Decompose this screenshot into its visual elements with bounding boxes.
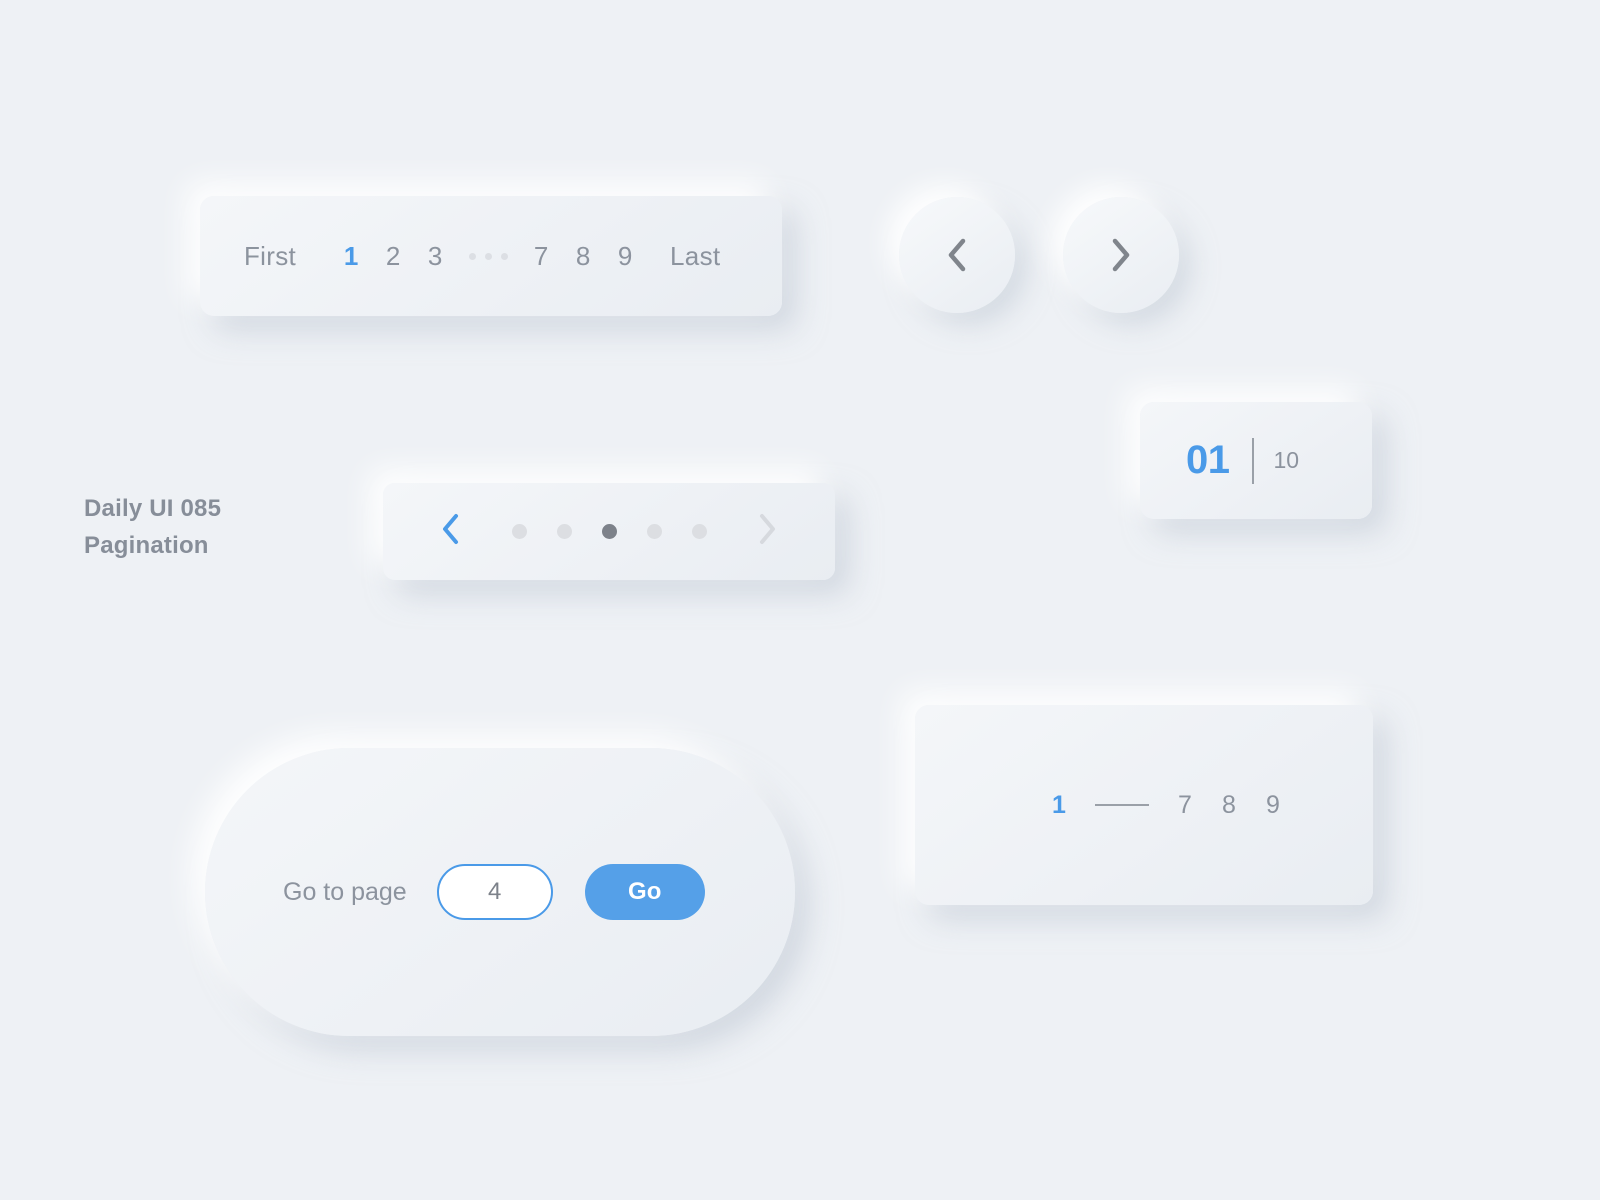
pagination-last-link[interactable]: Last: [670, 241, 720, 272]
carousel-next-button[interactable]: [757, 513, 777, 550]
pagination-bar-list: First 1 2 3 7 8 9 Last: [244, 241, 720, 272]
chevron-right-icon: [1112, 238, 1130, 272]
carousel-prev-button[interactable]: [441, 513, 461, 550]
page-title-line-2: Pagination: [84, 532, 209, 559]
page-counter-inner: 01 10: [1186, 437, 1300, 484]
counter-total-pages: 10: [1273, 447, 1300, 473]
range-pagination-inner: 1 7 8 9: [1037, 791, 1295, 820]
page-counter-card: 01 10: [1140, 402, 1372, 519]
chevron-left-icon: [443, 514, 458, 544]
carousel-dot-3[interactable]: [601, 524, 617, 539]
pagination-page-9[interactable]: 9: [604, 241, 646, 272]
go-to-page-card: Go to page Go: [205, 748, 795, 1036]
pagination-first-link[interactable]: First: [244, 241, 296, 272]
pagination-page-7[interactable]: 7: [520, 241, 562, 272]
range-page-7[interactable]: 7: [1163, 791, 1207, 820]
carousel-dots: [511, 524, 707, 539]
circle-next-button[interactable]: [1063, 197, 1179, 313]
ellipsis-dot: [500, 252, 508, 260]
counter-current-page[interactable]: 01: [1186, 438, 1230, 483]
carousel-dot-4[interactable]: [646, 524, 662, 539]
carousel-dot-1[interactable]: [511, 524, 527, 539]
pagination-page-1[interactable]: 1: [330, 241, 372, 272]
pagination-page-3[interactable]: 3: [414, 241, 456, 272]
go-to-page-inner: Go to page Go: [283, 864, 705, 920]
ellipsis-dot: [468, 252, 476, 260]
chevron-left-icon: [948, 238, 966, 272]
chevron-right-icon: [760, 514, 775, 544]
go-to-page-input[interactable]: [436, 864, 553, 920]
ellipsis-dot: [484, 252, 492, 260]
circle-prev-button[interactable]: [899, 197, 1015, 313]
pagination-page-8[interactable]: 8: [562, 241, 604, 272]
range-page-1[interactable]: 1: [1037, 791, 1081, 820]
range-page-9[interactable]: 9: [1251, 791, 1295, 820]
carousel-dot-5[interactable]: [691, 524, 707, 539]
range-page-8[interactable]: 8: [1207, 791, 1251, 820]
carousel-inner: [383, 513, 835, 550]
carousel-dot-2[interactable]: [556, 524, 572, 539]
canvas: Daily UI 085 Pagination First 1 2 3 7 8 …: [0, 0, 1600, 1200]
counter-divider: [1251, 437, 1254, 484]
pagination-bar-card: First 1 2 3 7 8 9 Last: [200, 196, 782, 316]
page-title-line-1: Daily UI 085: [84, 495, 222, 522]
range-dash-separator: [1095, 804, 1149, 806]
page-title: Daily UI 085 Pagination: [84, 490, 344, 564]
pagination-ellipsis-icon: [456, 252, 520, 260]
pagination-page-2[interactable]: 2: [372, 241, 414, 272]
range-pagination-card: 1 7 8 9: [915, 705, 1373, 905]
carousel-pagination-card: [383, 483, 835, 580]
go-button[interactable]: Go: [584, 864, 705, 920]
go-to-page-label: Go to page: [283, 877, 407, 906]
